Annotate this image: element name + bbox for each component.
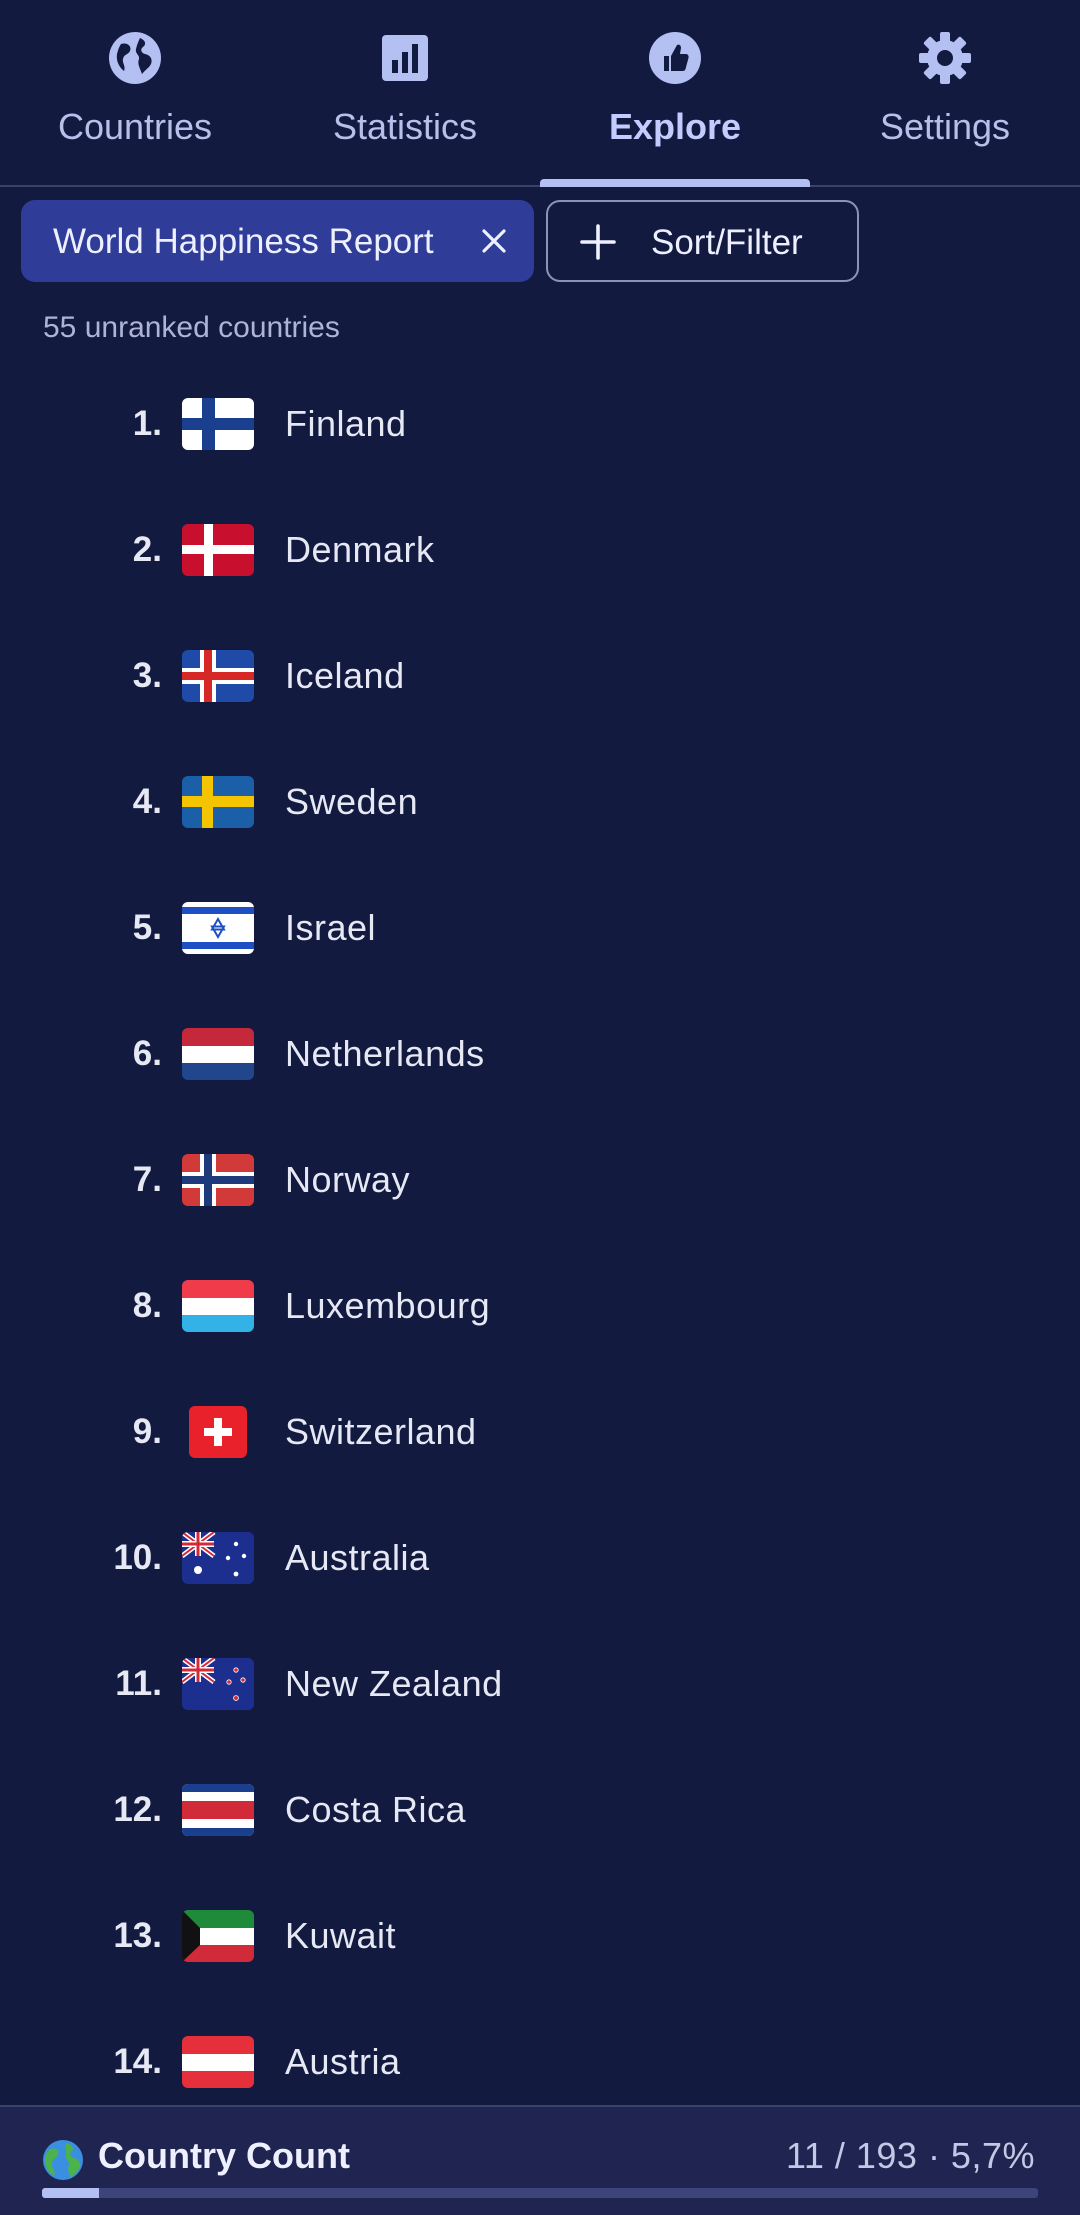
norway-flag-icon bbox=[182, 1154, 254, 1206]
country-name: Luxembourg bbox=[285, 1285, 491, 1326]
country-name: Norway bbox=[285, 1159, 411, 1200]
sort-filter-button[interactable]: Sort/Filter bbox=[546, 200, 859, 282]
tab-label: Settings bbox=[879, 106, 1011, 147]
country-count-progress-fill bbox=[42, 2188, 99, 2198]
israel-flag-icon bbox=[182, 902, 254, 954]
country-name: Finland bbox=[285, 403, 407, 444]
gear-icon bbox=[919, 32, 971, 84]
rank-number: 7. bbox=[132, 1160, 162, 1199]
active-tab-indicator bbox=[540, 179, 810, 187]
rank-number: 10. bbox=[113, 1538, 162, 1577]
rank-number: 1. bbox=[132, 404, 162, 443]
switzerland-flag-icon bbox=[189, 1406, 247, 1458]
list-item[interactable]: 2. Denmark bbox=[0, 487, 1080, 613]
list-item[interactable]: 10. Australia bbox=[0, 1495, 1080, 1621]
rank-number: 13. bbox=[113, 1916, 162, 1955]
list-item[interactable]: 6. Netherlands bbox=[0, 991, 1080, 1117]
country-count-value: 11 / 193 · 5,7% bbox=[786, 2135, 1035, 2176]
country-count-progress bbox=[42, 2188, 1038, 2198]
country-name: Costa Rica bbox=[285, 1789, 467, 1830]
list-item[interactable]: 12. Costa Rica bbox=[0, 1747, 1080, 1873]
filter-chip-label: World Happiness Report bbox=[53, 222, 434, 261]
luxembourg-flag-icon bbox=[182, 1280, 254, 1332]
costa-rica-flag-icon bbox=[182, 1784, 254, 1836]
country-name: New Zealand bbox=[285, 1663, 503, 1704]
rank-number: 5. bbox=[132, 908, 162, 947]
earth-globe-icon bbox=[43, 2140, 83, 2180]
kuwait-flag-icon bbox=[182, 1910, 254, 1962]
country-name: Australia bbox=[285, 1537, 430, 1578]
list-item[interactable]: 3. Iceland bbox=[0, 613, 1080, 739]
tab-label: Statistics bbox=[332, 106, 478, 147]
country-name: Israel bbox=[285, 907, 377, 948]
tab-label: Explore bbox=[608, 106, 742, 147]
new-zealand-flag-icon bbox=[182, 1658, 254, 1710]
rank-number: 6. bbox=[132, 1034, 162, 1073]
tab-label: Countries bbox=[57, 106, 213, 147]
list-item[interactable]: 4. Sweden bbox=[0, 739, 1080, 865]
tab-explore[interactable]: Explore bbox=[540, 0, 810, 187]
finland-flag-icon bbox=[182, 398, 254, 450]
list-item[interactable]: 13. Kuwait bbox=[0, 1873, 1080, 1999]
list-item[interactable]: 5. Israel bbox=[0, 865, 1080, 991]
rank-number: 3. bbox=[132, 656, 162, 695]
country-name: Kuwait bbox=[285, 1915, 397, 1956]
tab-settings[interactable]: Settings bbox=[810, 0, 1080, 185]
country-count-bar: Country Count 11 / 193 · 5,7% bbox=[0, 2105, 1080, 2215]
thumbs-up-icon bbox=[649, 32, 701, 84]
world-happiness-filter-chip[interactable]: World Happiness Report bbox=[21, 200, 534, 282]
country-name: Switzerland bbox=[285, 1411, 477, 1452]
top-tab-bar: Countries Statistics Explore Settings bbox=[0, 0, 1080, 187]
globe-icon bbox=[109, 32, 161, 84]
rank-number: 12. bbox=[113, 1790, 162, 1829]
rank-number: 8. bbox=[132, 1286, 162, 1325]
sweden-flag-icon bbox=[182, 776, 254, 828]
netherlands-flag-icon bbox=[182, 1028, 254, 1080]
list-item[interactable]: 11. New Zealand bbox=[0, 1621, 1080, 1747]
rank-number: 4. bbox=[132, 782, 162, 821]
bar-chart-icon bbox=[382, 35, 428, 81]
iceland-flag-icon bbox=[182, 650, 254, 702]
unranked-count-text: 55 unranked countries bbox=[43, 311, 340, 344]
country-name: Netherlands bbox=[285, 1033, 485, 1074]
country-name: Sweden bbox=[285, 781, 419, 822]
australia-flag-icon bbox=[182, 1532, 254, 1584]
rank-number: 11. bbox=[115, 1664, 162, 1703]
denmark-flag-icon bbox=[182, 524, 254, 576]
austria-flag-icon bbox=[182, 2036, 254, 2088]
country-name: Denmark bbox=[285, 529, 435, 570]
close-icon[interactable] bbox=[477, 224, 511, 258]
rank-number: 2. bbox=[132, 530, 162, 569]
country-name: Iceland bbox=[285, 655, 405, 696]
sort-filter-label: Sort/Filter bbox=[651, 223, 803, 262]
country-count-title: Country Count bbox=[98, 2135, 350, 2176]
tab-countries[interactable]: Countries bbox=[0, 0, 270, 185]
list-item[interactable]: 7. Norway bbox=[0, 1117, 1080, 1243]
list-item[interactable]: 8. Luxembourg bbox=[0, 1243, 1080, 1369]
rank-number: 9. bbox=[132, 1412, 162, 1451]
tab-statistics[interactable]: Statistics bbox=[270, 0, 540, 185]
list-item[interactable]: 9. Switzerland bbox=[0, 1369, 1080, 1495]
plus-icon bbox=[580, 224, 616, 260]
list-item[interactable]: 1. Finland bbox=[0, 361, 1080, 487]
